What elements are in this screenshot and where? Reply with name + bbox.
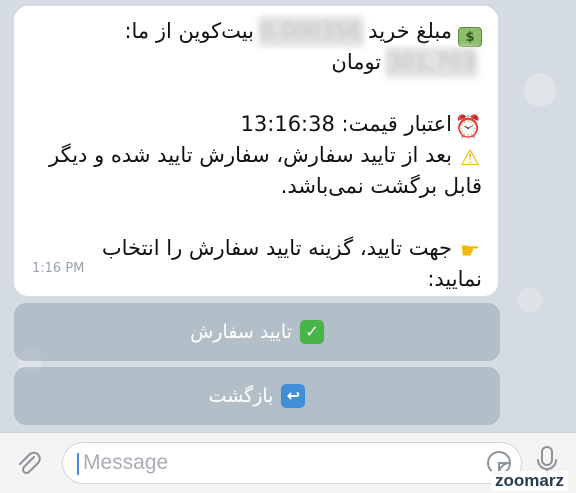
check-icon: ✓ — [299, 320, 324, 344]
warning-icon: ⚠ — [460, 146, 480, 171]
message-time: 1:16 PM — [32, 261, 85, 276]
paperclip-icon[interactable] — [14, 449, 44, 479]
message-line-warning: ⚠بعد از تایید سفارش، سفارش تایید شده و د… — [28, 140, 482, 171]
money-icon: $ — [458, 27, 482, 47]
watermark-logo: zoomarz — [491, 471, 568, 491]
confirm-order-button[interactable]: ✓ تایید سفارش — [14, 303, 500, 361]
message-placeholder: Message — [83, 451, 169, 474]
blurred-price: 301,703 — [385, 47, 478, 78]
message-bubble: $مبلغ خرید0.000356بیت‌کوین از ما: 301,70… — [14, 6, 498, 296]
message-line-validity: ⏰اعتبار قیمت: 13:16:38 — [240, 112, 482, 140]
message-composer: Message zoomarz — [0, 432, 576, 493]
message-line-instruction-cont: نمایید: — [427, 267, 482, 291]
message-line-instruction: ☛جهت تایید، گزینه تایید سفارش را انتخاب — [28, 233, 482, 264]
blurred-amount: 0.000356 — [257, 16, 365, 47]
text-caret — [77, 453, 79, 475]
message-line-price: 301,703تومان — [28, 47, 482, 78]
message-input[interactable]: Message — [62, 442, 522, 484]
back-button[interactable]: ↩ بازگشت — [14, 367, 500, 425]
back-arrow-icon: ↩ — [281, 384, 306, 408]
message-line-warning-cont: قابل برگشت نمی‌باشد. — [280, 174, 482, 198]
pointing-hand-icon: ☛ — [460, 239, 480, 264]
alarm-clock-icon: ⏰ — [454, 115, 482, 140]
message-line-amount: $مبلغ خرید0.000356بیت‌کوین از ما: — [28, 16, 482, 47]
